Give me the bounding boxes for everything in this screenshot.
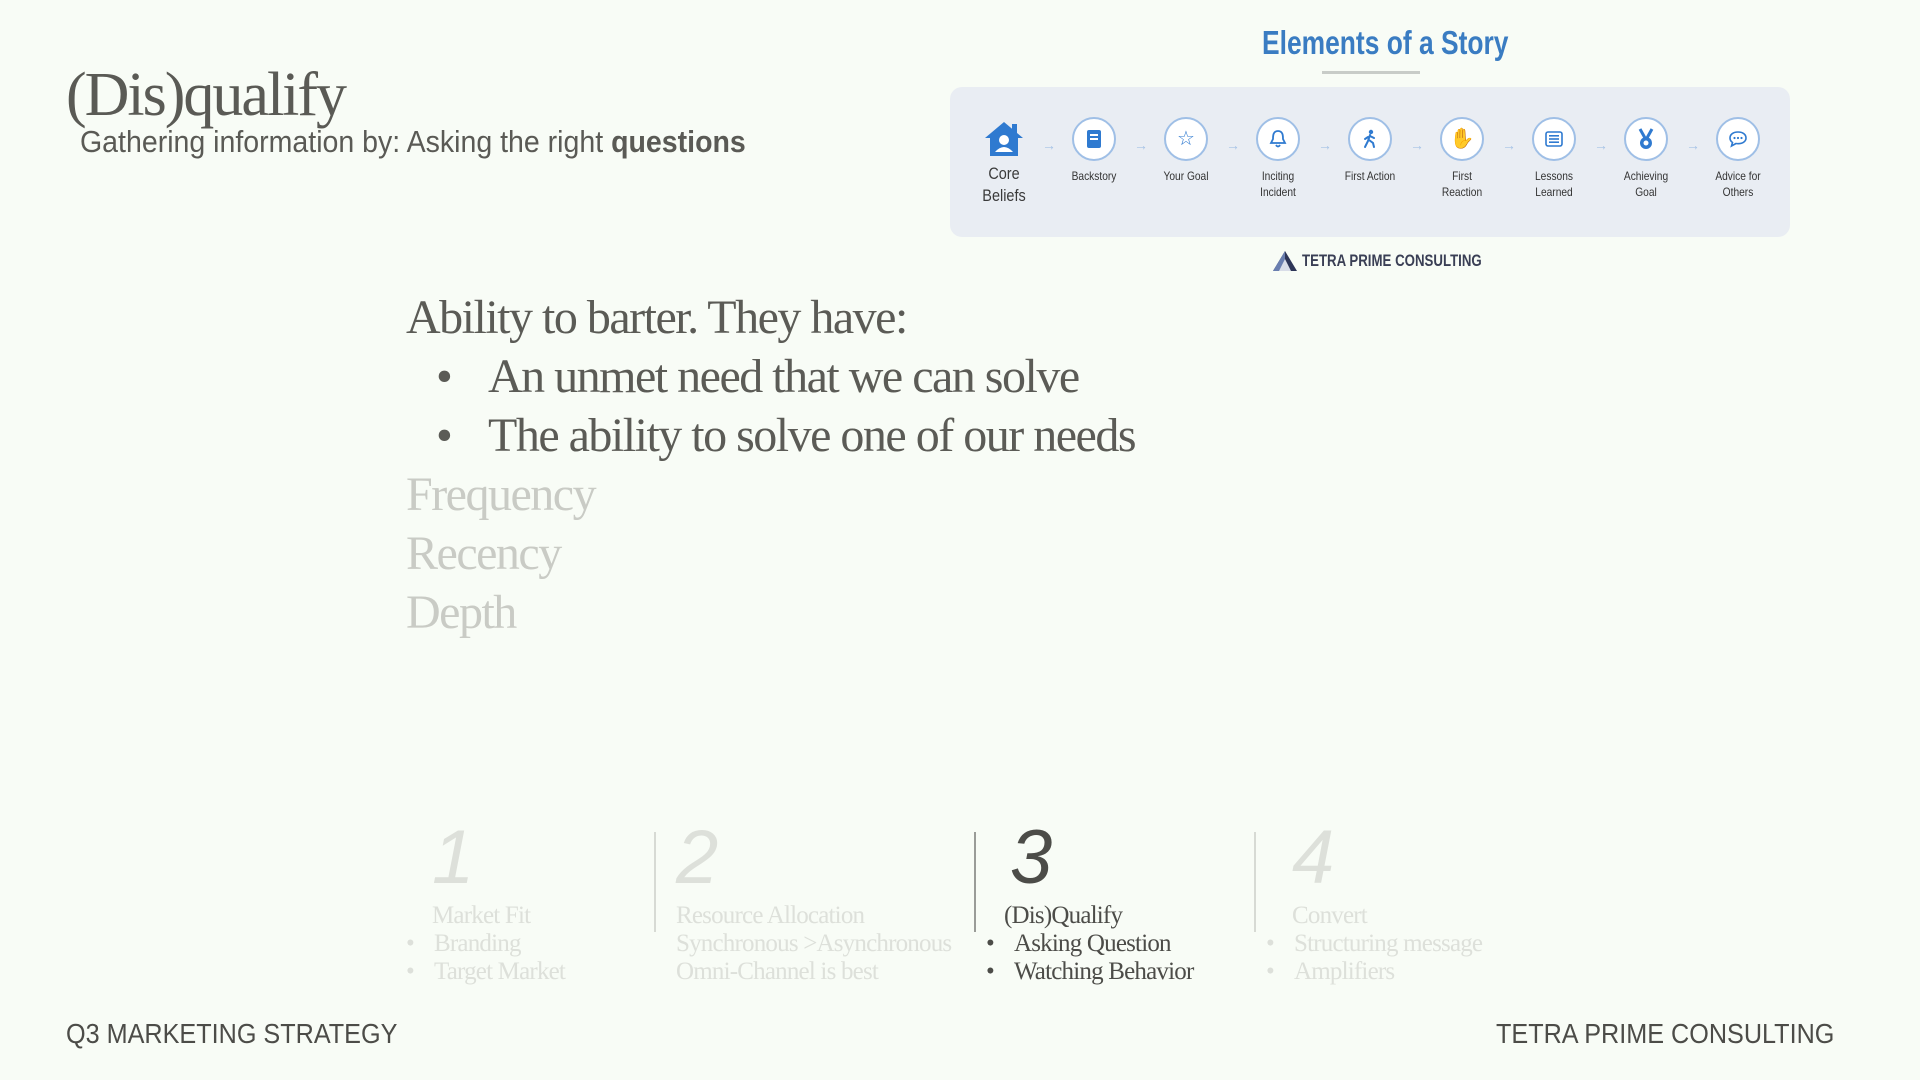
story-step-label: Your Goal [1163,169,1209,183]
stage-name: Convert [1292,902,1368,929]
bullet-icon: • [986,958,995,985]
story-step-label: Core Beliefs [982,164,1026,206]
book-icon [1072,117,1116,161]
stage-item: • Target Market [406,958,566,986]
subtitle-bold: questions [611,124,746,159]
footer-right: TETRA PRIME CONSULTING [1496,1018,1835,1049]
dim-item: Recency [406,527,562,580]
story-step-label: Achieving Goal [1623,169,1669,199]
story-step-label: Backstory [1071,169,1117,183]
dim-item: Frequency [406,468,597,521]
star-icon: ☆ [1164,117,1208,161]
story-step-lessons-learned: Lessons Learned [1508,117,1600,200]
stage-1: 1 Market Fit • Branding • Target Market [406,815,566,986]
page-title: (Dis)qualify [66,61,347,129]
stage-3: 3 (Dis)Qualify • Asking Question • Watchin… [986,815,1194,986]
story-title: Elements of a Story [1262,24,1509,61]
stage-item-text: Branding [434,930,521,957]
stage-item: • Structuring message [1266,930,1483,958]
tetra-prime-logo-text: TETRA PRIME CONSULTING [1302,251,1482,270]
story-step-label: First Action [1344,169,1396,183]
stage-item: • Asking Question [986,930,1193,958]
stage-item-text: Amplifiers [1294,958,1395,985]
bullet-icon: • [436,409,453,462]
medal-icon [1624,117,1668,161]
bullet-text: An unmet need that we can solve [488,350,1080,403]
footer-left: Q3 MARKETING STRATEGY [66,1018,398,1049]
main-heading: Ability to barter. They have: [406,291,908,344]
story-step-label: First Reaction [1441,169,1483,199]
bullet-icon: • [1266,958,1275,985]
story-step-inciting-incident: Inciting Incident [1232,117,1324,200]
story-step-label: Inciting Incident [1260,169,1296,199]
bullet-icon: • [1266,930,1275,957]
stage-item: Synchronous >Asynchronous [676,930,952,957]
stage-item-text: Structuring message [1294,930,1483,957]
stage-number: 3 [1010,815,1053,900]
stage-item-text: Asking Question [1014,930,1172,957]
tetra-prime-logo: TETRA PRIME CONSULTING [1272,250,1532,272]
hand-icon: ✋ [1440,117,1484,161]
story-elements-panel: Core Beliefs → Backstory → ☆ Your Goal →… [950,87,1790,237]
bullet-icon: • [406,930,415,957]
story-step-core-beliefs: Core Beliefs [958,117,1050,207]
bullet-icon: • [436,350,453,403]
stage-divider [974,832,976,932]
story-step-first-reaction: ✋ First Reaction [1416,117,1508,200]
stage-item: • Amplifiers [1266,958,1482,986]
dim-item: Depth [406,586,517,639]
stage-item: • Watching Behavior [986,958,1194,986]
story-step-backstory: Backstory [1048,117,1140,185]
stage-number: 4 [1292,815,1335,900]
story-step-achieving-goal: Achieving Goal [1600,117,1692,200]
chat-bubble-icon [1716,117,1760,161]
stage-name: Resource Allocation [676,902,865,929]
stage-item: Omni-Channel is best [676,958,879,985]
main-content: Ability to barter. They have: • An unmet … [406,288,1137,642]
stage-divider [654,832,656,932]
story-title-underline [1322,71,1420,74]
stage-divider [1254,832,1256,932]
subtitle-text: Gathering information by: Asking the rig… [80,124,612,159]
bullet-icon: • [406,958,415,985]
stage-name: (Dis)Qualify [1004,902,1123,929]
walking-person-icon [1348,117,1392,161]
tetra-triangle-icon [1273,251,1297,271]
stage-item-text: Watching Behavior [1014,958,1194,985]
list-icon [1532,117,1576,161]
list-item: • The ability to solve one of our needs [406,406,1137,465]
page-subtitle: Gathering information by: Asking the rig… [80,124,746,160]
story-step-your-goal: ☆ Your Goal [1140,117,1232,185]
stage-item-text: Target Market [434,958,566,985]
bell-icon [1256,117,1300,161]
story-step-label: Advice for Others [1715,169,1761,199]
story-step-first-action: First Action [1324,117,1416,185]
stage-number: 1 [432,815,475,900]
story-step-advice-for-others: Advice for Others [1692,117,1784,200]
story-step-label: Lessons Learned [1534,169,1573,199]
stage-name: Market Fit [432,902,531,929]
bullet-icon: • [986,930,995,957]
stage-4: 4 Convert • Structuring message • Amplifie… [1266,815,1483,986]
home-icon [982,117,1026,161]
stage-number: 2 [676,815,719,900]
stage-2: 2 Resource Allocation Synchronous >Async… [676,815,952,986]
stage-item: • Branding [406,930,565,958]
bullet-text: The ability to solve one of our needs [488,409,1137,462]
list-item: • An unmet need that we can solve [406,347,1135,406]
